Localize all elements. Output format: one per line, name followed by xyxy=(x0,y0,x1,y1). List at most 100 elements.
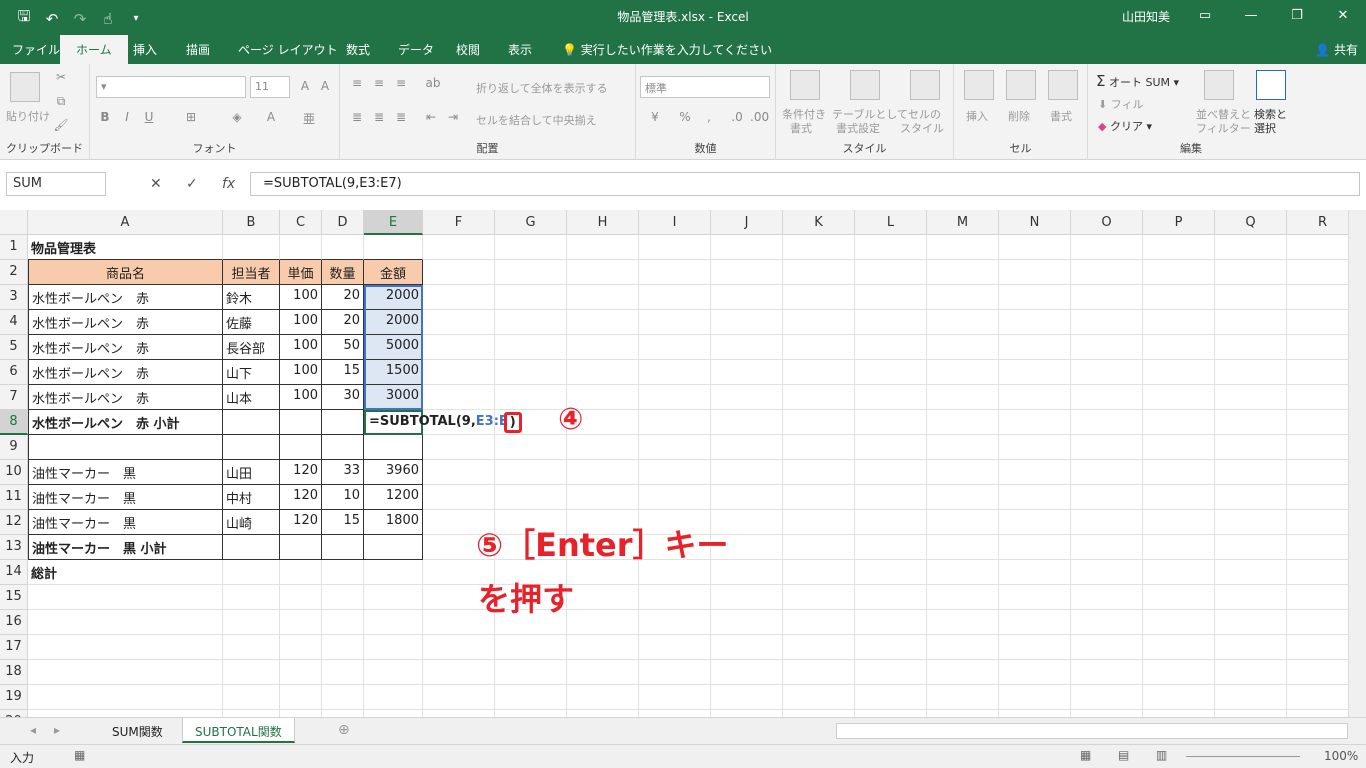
cell-f5[interactable] xyxy=(423,335,495,360)
cell-r14[interactable] xyxy=(1287,560,1348,585)
phonetic-icon[interactable]: 亜 xyxy=(300,110,318,126)
cell-f4[interactable] xyxy=(423,310,495,335)
cell-h3[interactable] xyxy=(567,285,639,310)
cell-p4[interactable] xyxy=(1143,310,1215,335)
cell-n11[interactable] xyxy=(999,485,1071,510)
cell-l13[interactable] xyxy=(855,535,927,560)
cell-o8[interactable] xyxy=(1071,410,1143,435)
cell-b2[interactable]: 担当者 xyxy=(223,260,280,285)
new-sheet-icon[interactable]: ⊕ xyxy=(338,722,350,738)
align-center-icon[interactable]: ≣ xyxy=(370,110,388,126)
redo-icon[interactable]: ↷ xyxy=(70,10,90,28)
cell-o13[interactable] xyxy=(1071,535,1143,560)
cell-g6[interactable] xyxy=(495,360,567,385)
cell-i15[interactable] xyxy=(639,585,711,610)
cell-c3[interactable]: 100 xyxy=(280,285,322,310)
cell-o9[interactable] xyxy=(1071,435,1143,460)
fill-button[interactable]: ⬇ フィル xyxy=(1098,96,1144,112)
cell-b16[interactable] xyxy=(223,610,280,635)
cell-e18[interactable] xyxy=(364,660,423,685)
cell-a1[interactable]: 物品管理表 xyxy=(28,235,223,260)
align-middle-icon[interactable]: ≡ xyxy=(370,76,388,92)
cell-c10[interactable]: 120 xyxy=(280,460,322,485)
cell-o14[interactable] xyxy=(1071,560,1143,585)
cell-q18[interactable] xyxy=(1215,660,1287,685)
cell-o2[interactable] xyxy=(1071,260,1143,285)
find-select-label-2[interactable]: 選択 xyxy=(1254,120,1276,136)
vertical-scrollbar[interactable] xyxy=(1348,210,1366,717)
cell-f20[interactable] xyxy=(423,710,495,717)
cell-b4[interactable]: 佐藤 xyxy=(223,310,280,335)
cell-l3[interactable] xyxy=(855,285,927,310)
cell-o17[interactable] xyxy=(1071,635,1143,660)
cell-r13[interactable] xyxy=(1287,535,1348,560)
column-header-d[interactable]: D xyxy=(322,210,364,235)
cell-j11[interactable] xyxy=(711,485,783,510)
cell-a9[interactable] xyxy=(28,435,223,460)
row-header-7[interactable]: 7 xyxy=(0,385,28,410)
cell-n4[interactable] xyxy=(999,310,1071,335)
cell-r1[interactable] xyxy=(1287,235,1348,260)
cell-e17[interactable] xyxy=(364,635,423,660)
cell-o5[interactable] xyxy=(1071,335,1143,360)
user-name[interactable]: 山田知美 xyxy=(1122,8,1170,25)
cell-p9[interactable] xyxy=(1143,435,1215,460)
close-icon[interactable]: ✕ xyxy=(1320,0,1366,32)
cell-b12[interactable]: 山崎 xyxy=(223,510,280,535)
cell-f18[interactable] xyxy=(423,660,495,685)
sort-filter-icon[interactable] xyxy=(1204,70,1234,100)
cell-i20[interactable] xyxy=(639,710,711,717)
cell-j6[interactable] xyxy=(711,360,783,385)
currency-icon[interactable]: ¥ xyxy=(646,110,664,126)
cell-c17[interactable] xyxy=(280,635,322,660)
cell-j10[interactable] xyxy=(711,460,783,485)
cell-e9[interactable] xyxy=(364,435,423,460)
cell-r17[interactable] xyxy=(1287,635,1348,660)
cell-i5[interactable] xyxy=(639,335,711,360)
cell-o4[interactable] xyxy=(1071,310,1143,335)
cell-r3[interactable] xyxy=(1287,285,1348,310)
cell-a11[interactable]: 油性マーカー 黒 xyxy=(28,485,223,510)
cell-o6[interactable] xyxy=(1071,360,1143,385)
cell-j18[interactable] xyxy=(711,660,783,685)
restore-icon[interactable]: ❐ xyxy=(1274,0,1320,32)
row-header-17[interactable]: 17 xyxy=(0,635,28,660)
decrease-decimal-icon[interactable]: .00 xyxy=(750,110,769,126)
cell-d16[interactable] xyxy=(322,610,364,635)
cell-b14[interactable] xyxy=(223,560,280,585)
cell-e20[interactable] xyxy=(364,710,423,717)
cell-n13[interactable] xyxy=(999,535,1071,560)
cell-n17[interactable] xyxy=(999,635,1071,660)
cell-l12[interactable] xyxy=(855,510,927,535)
cell-c8[interactable] xyxy=(280,410,322,435)
cell-j19[interactable] xyxy=(711,685,783,710)
cell-f7[interactable] xyxy=(423,385,495,410)
cell-d2[interactable]: 数量 xyxy=(322,260,364,285)
cell-j2[interactable] xyxy=(711,260,783,285)
paste-button-label[interactable]: 貼り付け xyxy=(6,108,50,124)
cell-r20[interactable] xyxy=(1287,710,1348,717)
cell-h15[interactable] xyxy=(567,585,639,610)
cell-p19[interactable] xyxy=(1143,685,1215,710)
increase-decimal-icon[interactable]: .0 xyxy=(728,110,746,126)
fill-color-icon[interactable]: ◈ xyxy=(228,110,246,126)
tab-home[interactable]: ホーム xyxy=(60,35,128,64)
cell-k1[interactable] xyxy=(783,235,855,260)
cell-f10[interactable] xyxy=(423,460,495,485)
cell-k2[interactable] xyxy=(783,260,855,285)
cell-i1[interactable] xyxy=(639,235,711,260)
column-header-o[interactable]: O xyxy=(1071,210,1143,235)
cell-r6[interactable] xyxy=(1287,360,1348,385)
cut-icon[interactable]: ✂ xyxy=(52,70,70,86)
cell-c14[interactable] xyxy=(280,560,322,585)
cell-k4[interactable] xyxy=(783,310,855,335)
cell-g18[interactable] xyxy=(495,660,567,685)
cell-j1[interactable] xyxy=(711,235,783,260)
cell-a3[interactable]: 水性ボールペン 赤 xyxy=(28,285,223,310)
cell-n8[interactable] xyxy=(999,410,1071,435)
cell-m6[interactable] xyxy=(927,360,999,385)
cell-p7[interactable] xyxy=(1143,385,1215,410)
cell-c1[interactable] xyxy=(280,235,322,260)
cell-k15[interactable] xyxy=(783,585,855,610)
copy-icon[interactable]: ⧉ xyxy=(52,94,70,110)
